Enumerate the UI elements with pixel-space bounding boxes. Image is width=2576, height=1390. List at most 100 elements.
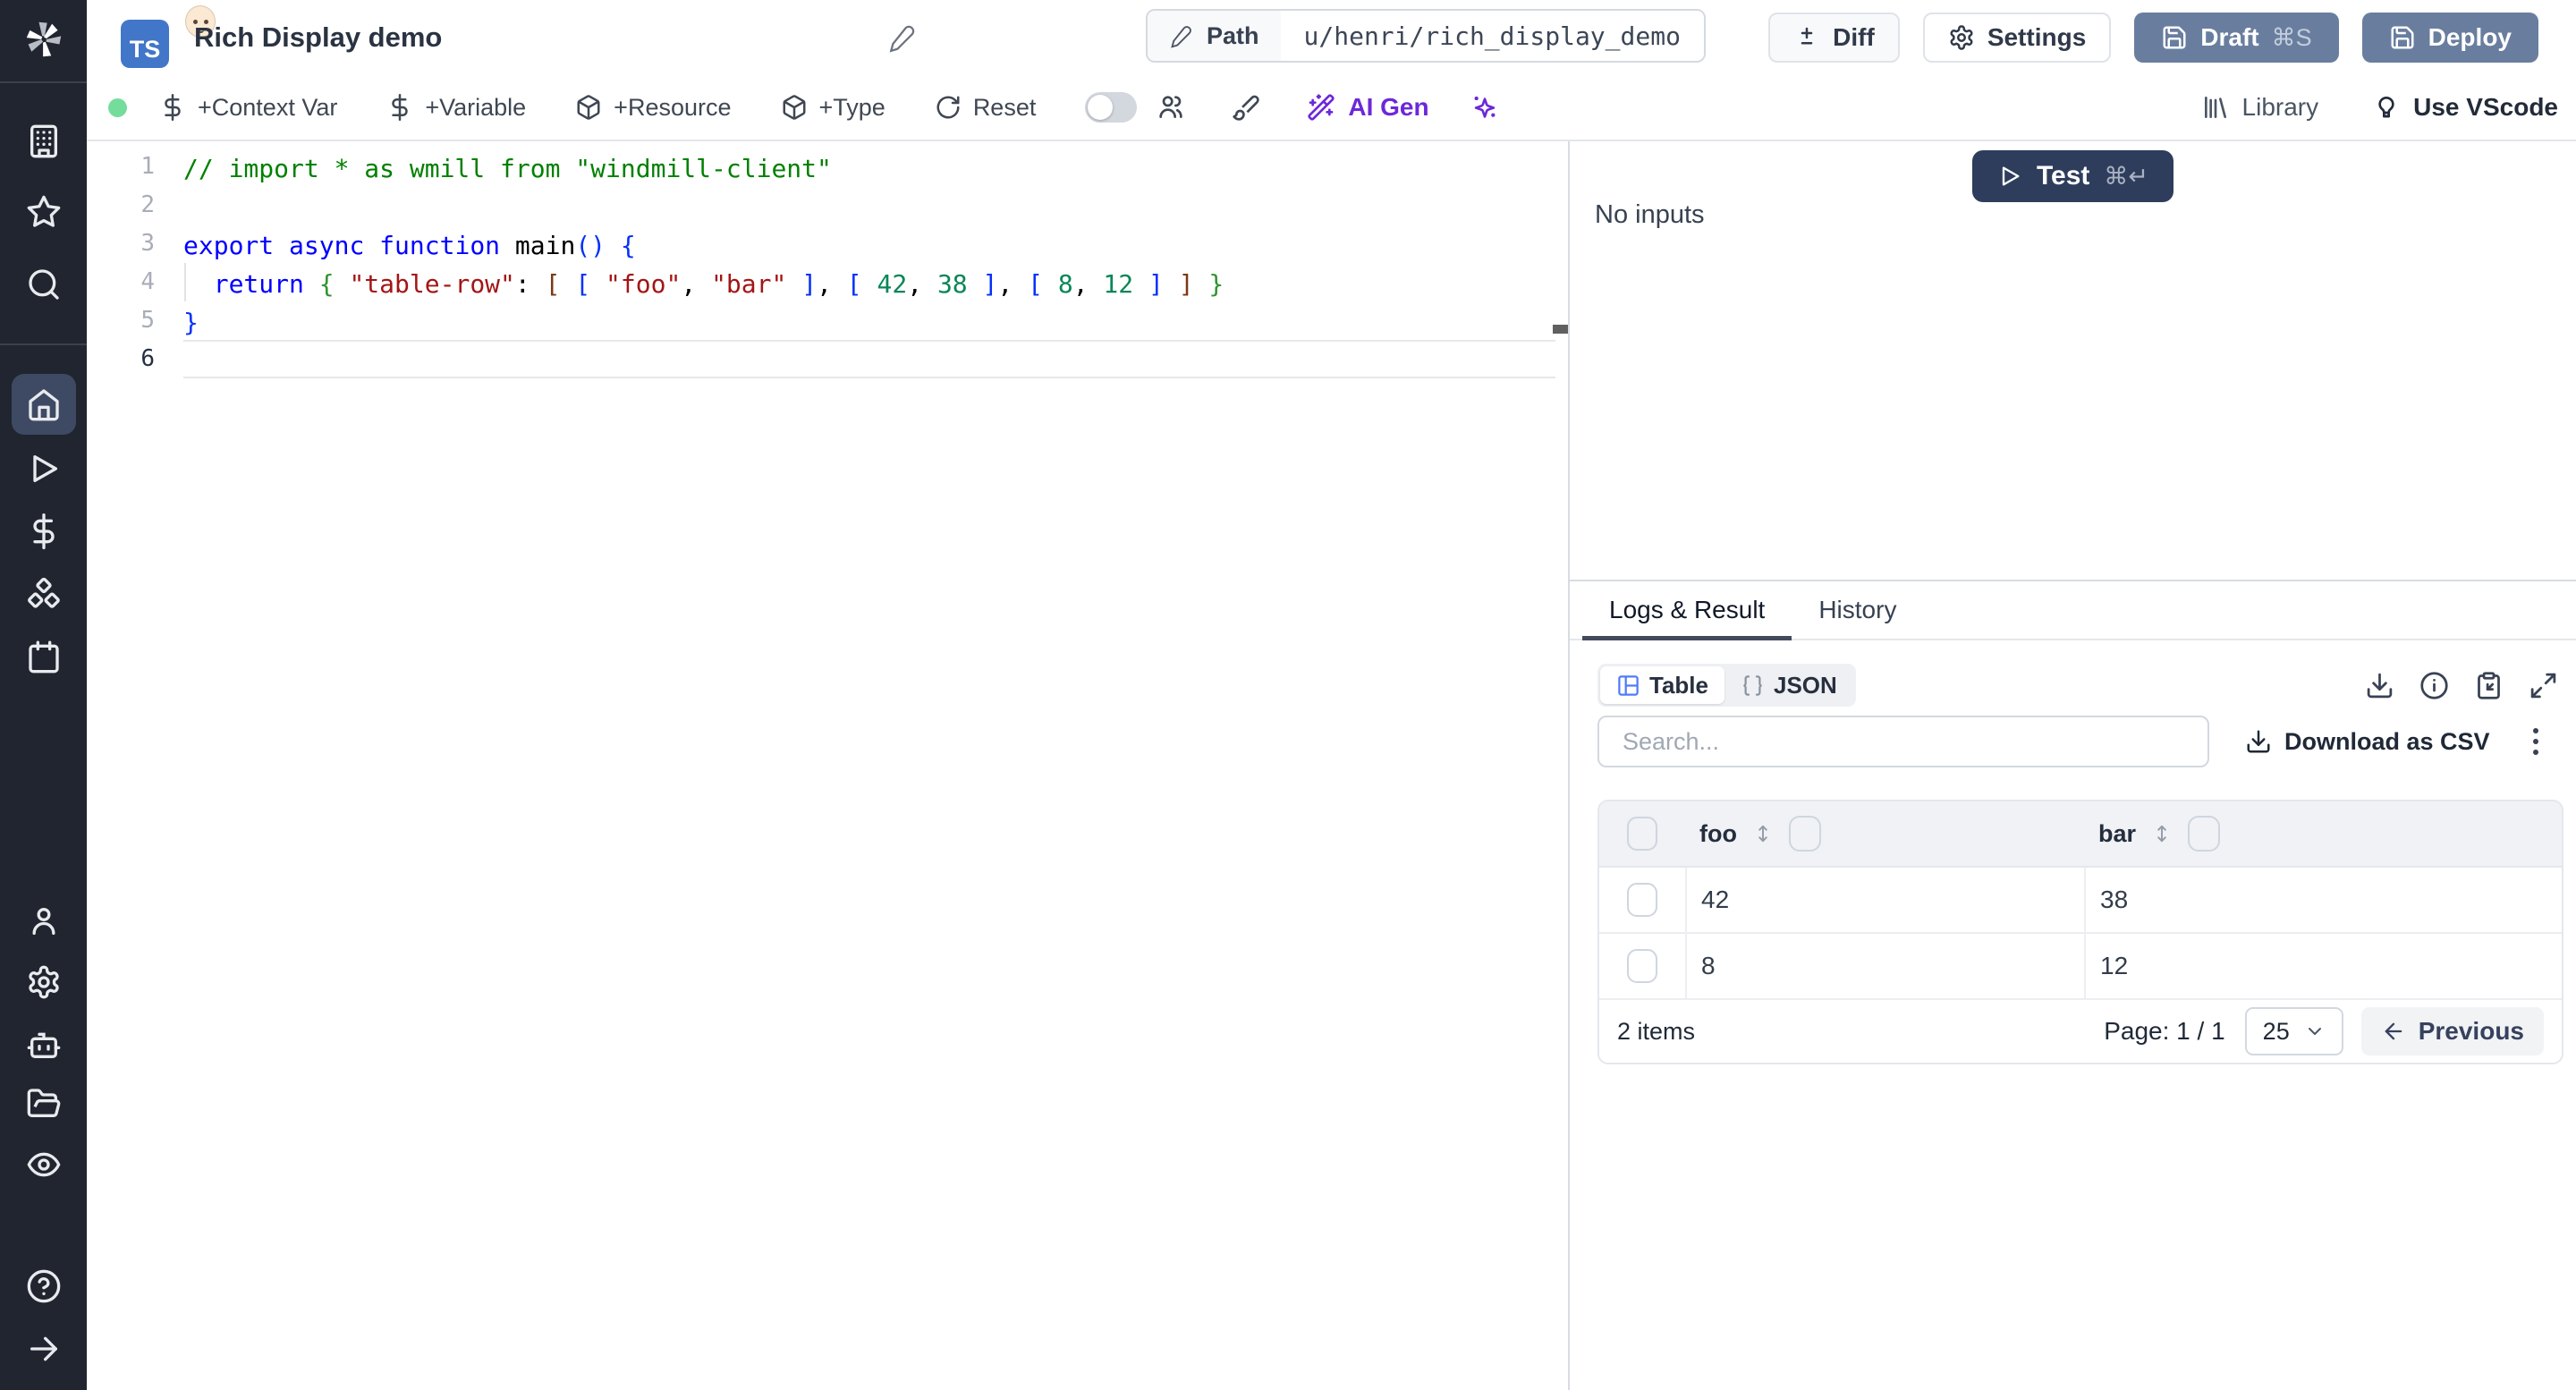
download-icon xyxy=(2247,730,2270,753)
edit-summary-button[interactable] xyxy=(883,18,922,57)
page-size-select[interactable]: 25 xyxy=(2244,1007,2343,1055)
line-number-gutter: 1 2 3 4 5 6 xyxy=(87,148,183,378)
page-indicator: Page: 1 / 1 xyxy=(2104,1017,2225,1045)
items-count: 2 items xyxy=(1617,1017,1696,1045)
diff-button[interactable]: Diff xyxy=(1768,13,1900,63)
sidebar-item-workers[interactable] xyxy=(0,1016,87,1073)
code-line-4[interactable]: return { "table-row": [ [ "foo", "bar" ]… xyxy=(183,263,1555,301)
sidebar-item-variables[interactable] xyxy=(0,503,87,560)
editor-scrollbar-marker[interactable] xyxy=(1553,325,1568,334)
ai-gen-button[interactable]: AI Gen xyxy=(1307,93,1429,122)
format-button[interactable] xyxy=(1232,93,1260,122)
settings-button[interactable]: Settings xyxy=(1922,13,2112,63)
tab-logs-result[interactable]: Logs & Result xyxy=(1582,581,1792,640)
sidebar-item-help[interactable] xyxy=(0,1258,87,1315)
sort-icon[interactable] xyxy=(2150,822,2174,845)
expand-icon[interactable] xyxy=(2529,671,2558,700)
sidebar-item-folders[interactable] xyxy=(0,1075,87,1132)
code-line-2[interactable] xyxy=(183,186,1555,225)
line-number: 5 xyxy=(140,307,155,334)
play-icon xyxy=(32,455,57,482)
multiplayer-button[interactable] xyxy=(1157,93,1185,122)
info-icon[interactable] xyxy=(2419,671,2449,700)
column-header-foo[interactable]: foo xyxy=(1699,820,1737,848)
header: TS Rich Display demo Path u/henri/rich_d… xyxy=(87,0,2576,75)
deploy-button[interactable]: Deploy xyxy=(2361,13,2538,63)
add-type-button[interactable]: +Type xyxy=(781,94,886,122)
ai-gen-label: AI Gen xyxy=(1348,93,1429,121)
view-mode-segmented-control: Table JSON xyxy=(1597,664,1856,707)
row-select-checkbox[interactable] xyxy=(1627,949,1657,983)
search-input[interactable] xyxy=(1597,716,2209,767)
column-options-box[interactable] xyxy=(2188,816,2221,852)
tab-history[interactable]: History xyxy=(1792,581,1923,639)
diff-label: Diff xyxy=(1833,23,1875,51)
add-resource-label: +Resource xyxy=(614,93,732,121)
ai-sparkles-button[interactable] xyxy=(1470,93,1499,122)
code-line-5[interactable]: } xyxy=(183,301,1555,340)
sidebar-item-audit[interactable] xyxy=(0,1136,87,1193)
sort-icon[interactable] xyxy=(1751,822,1775,845)
row-select-checkbox[interactable] xyxy=(1627,883,1657,917)
line-number: 4 xyxy=(140,268,155,295)
select-all-checkbox[interactable] xyxy=(1627,817,1657,851)
clipboard-copy-icon[interactable] xyxy=(2474,671,2504,700)
diff-mode-toggle[interactable] xyxy=(1085,92,1138,123)
result-action-icons xyxy=(2365,671,2558,700)
download-icon[interactable] xyxy=(2365,671,2394,700)
sidebar-collapse-toggle[interactable] xyxy=(0,1320,87,1377)
line-number: 3 xyxy=(140,230,155,257)
library-button[interactable]: Library xyxy=(2201,93,2319,122)
page-title: Rich Display demo xyxy=(194,21,443,53)
code-content[interactable]: // import * as wmill from "windmill-clie… xyxy=(183,148,1555,378)
toggle-knob xyxy=(1088,95,1114,120)
dollar-icon xyxy=(32,513,55,549)
add-context-var-label: +Context Var xyxy=(198,93,338,121)
add-context-var-button[interactable]: +Context Var xyxy=(159,94,337,122)
table-header-row: foo bar xyxy=(1599,801,2562,868)
sidebar-item-runs[interactable] xyxy=(0,440,87,497)
draft-button[interactable]: Draft ⌘S xyxy=(2134,13,2339,63)
sidebar-item-home[interactable] xyxy=(0,372,87,436)
sidebar-item-favorites[interactable] xyxy=(0,183,87,241)
path-value: u/henri/rich_display_demo xyxy=(1280,11,1704,61)
test-button[interactable]: Test ⌘↵ xyxy=(1971,150,2174,202)
sidebar-item-settings[interactable] xyxy=(0,954,87,1011)
view-json-option[interactable]: JSON xyxy=(1724,666,1853,704)
column-options-box[interactable] xyxy=(1788,816,1821,852)
code-line-3[interactable]: export async function main() { xyxy=(183,225,1555,263)
sidebar-item-user[interactable] xyxy=(0,893,87,950)
reset-button[interactable]: Reset xyxy=(935,94,1036,122)
previous-page-button[interactable]: Previous xyxy=(2360,1007,2544,1055)
sparkles-icon xyxy=(1474,97,1495,118)
table-options-menu-button[interactable] xyxy=(2533,728,2538,755)
path-field[interactable]: Path u/henri/rich_display_demo xyxy=(1146,9,1706,63)
add-resource-button[interactable]: +Resource xyxy=(575,93,732,122)
vscode-icon xyxy=(2378,97,2394,118)
view-table-option[interactable]: Table xyxy=(1600,666,1724,704)
download-csv-button[interactable]: Download as CSV xyxy=(2245,728,2490,756)
code-line-6[interactable] xyxy=(183,340,1555,378)
table-row[interactable]: 8 12 xyxy=(1599,934,2562,1000)
sidebar-item-workspace[interactable] xyxy=(0,113,87,170)
table-cell: 38 xyxy=(2084,868,2562,932)
folder-open-icon xyxy=(27,1089,60,1118)
windmill-logo-icon[interactable] xyxy=(0,11,87,68)
table-search-row: Download as CSV xyxy=(1597,716,2563,767)
arrow-right-icon xyxy=(30,1336,57,1361)
run-panel: Test ⌘↵ No inputs Logs & Result History xyxy=(1568,141,2576,1390)
table-row[interactable]: 42 38 xyxy=(1599,868,2562,934)
home-icon xyxy=(28,389,59,421)
user-icon xyxy=(32,908,55,935)
sidebar-item-search[interactable] xyxy=(0,256,87,313)
add-variable-button[interactable]: +Variable xyxy=(386,94,526,122)
add-type-label: +Type xyxy=(818,93,886,121)
sidebar-item-schedules[interactable] xyxy=(0,628,87,685)
test-label: Test xyxy=(2036,161,2090,191)
code-editor[interactable]: 1 2 3 4 5 6 // import * as wmill from "windmi… xyxy=(87,141,1568,1390)
library-label: Library xyxy=(2241,93,2319,121)
use-vscode-button[interactable]: Use VScode xyxy=(2372,93,2558,122)
code-line-1[interactable]: // import * as wmill from "windmill-clie… xyxy=(183,148,1555,186)
column-header-bar[interactable]: bar xyxy=(2098,820,2136,848)
sidebar-item-resources[interactable] xyxy=(0,565,87,623)
